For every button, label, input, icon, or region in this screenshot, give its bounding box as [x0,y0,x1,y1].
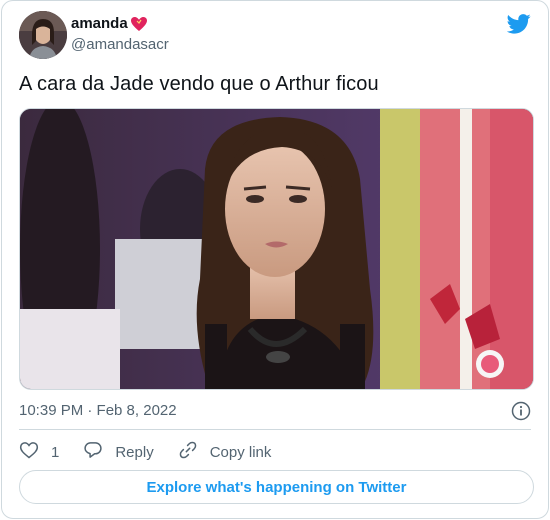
copy-link-button[interactable]: Copy link [178,440,272,464]
tweet-text: A cara da Jade vendo que o Arthur ficou [19,73,379,95]
info-icon[interactable] [511,401,531,421]
like-button[interactable]: 1 [19,440,59,464]
action-bar: 1 Reply Copy link [19,440,295,464]
like-icon [19,440,51,464]
tweet-media-image[interactable] [19,108,534,390]
avatar[interactable] [19,11,67,59]
author-name[interactable]: amanda [71,15,128,32]
like-count: 1 [51,443,60,461]
reply-label: Reply [115,443,154,461]
tweet-timestamp[interactable]: 10:39 PM · Feb 8, 2022 [19,402,177,419]
copy-link-label: Copy link [209,443,272,461]
author-handle[interactable]: @amandasacr [71,36,169,53]
heart-icon [130,16,148,32]
copy-link-icon [178,440,210,464]
reply-icon [83,440,115,464]
reply-button[interactable]: Reply [83,440,154,464]
explore-twitter-button[interactable]: Explore what's happening on Twitter [19,470,534,504]
embedded-tweet-card: amanda @amandasacr A cara da Jade vendo … [1,0,549,519]
divider [19,429,531,430]
twitter-bird-icon[interactable] [506,13,531,35]
